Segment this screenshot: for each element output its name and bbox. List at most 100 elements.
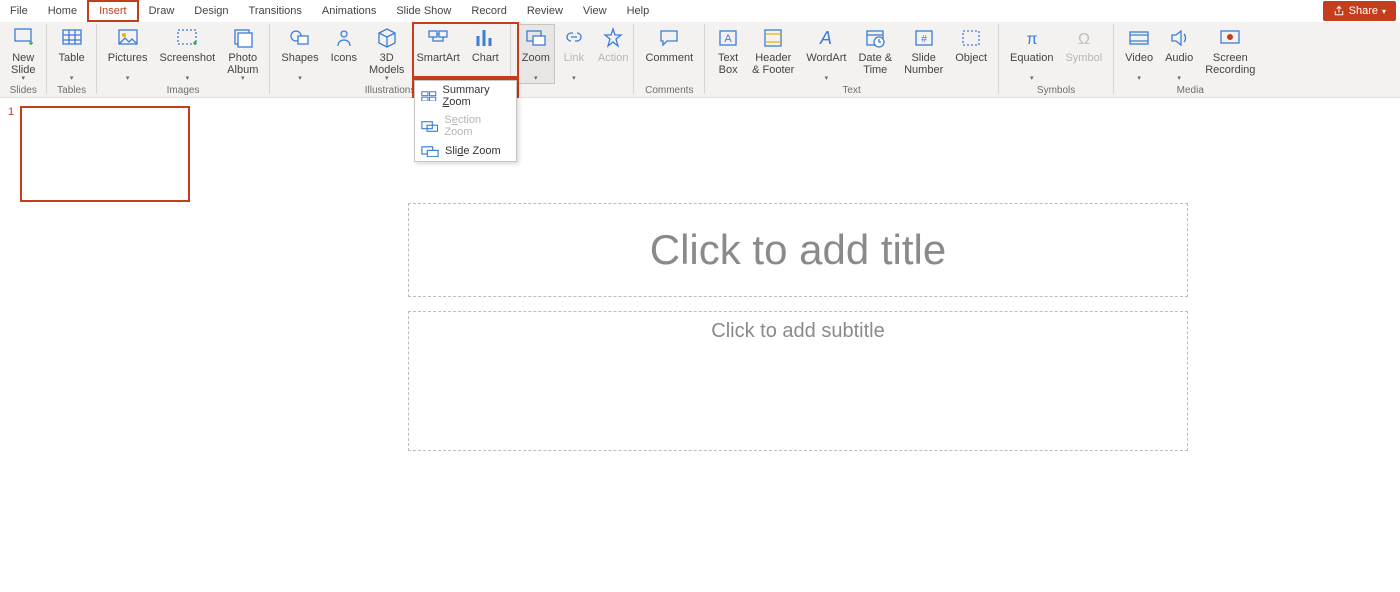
screenshot-button[interactable]: Screenshot ▾	[155, 24, 221, 84]
icons-button[interactable]: Icons	[326, 24, 362, 78]
chevron-down-icon: ▾	[1137, 76, 1141, 82]
comment-button[interactable]: Comment	[640, 24, 698, 78]
smartart-icon	[426, 26, 450, 50]
title-placeholder[interactable]: Click to add title	[408, 203, 1188, 297]
zoom-button[interactable]: Zoom ▾	[517, 24, 555, 84]
chevron-down-icon: ▾	[534, 76, 538, 82]
svg-text:π: π	[1026, 31, 1037, 48]
action-icon	[601, 26, 625, 50]
slide-thumbnail-panel[interactable]: 1	[0, 98, 198, 592]
slide[interactable]: Click to add title Click to add subtitle	[408, 103, 1188, 553]
tab-home[interactable]: Home	[38, 0, 87, 22]
chevron-down-icon: ▾	[21, 76, 25, 82]
workspace: 1 Click to add title Click to add subtit…	[0, 98, 1400, 592]
summary-zoom-icon	[421, 89, 437, 103]
audio-button[interactable]: Audio ▾	[1160, 24, 1198, 84]
new-slide-button[interactable]: NewSlide ▾	[6, 24, 40, 84]
group-label-symbols: Symbols	[1037, 84, 1075, 97]
ribbon: NewSlide ▾ Slides Table ▾ Tables	[0, 22, 1400, 98]
zoom-menu-slide[interactable]: Slide Zoom	[415, 141, 516, 161]
date-time-button[interactable]: Date &Time	[853, 24, 897, 78]
chevron-down-icon: ▾	[385, 76, 389, 82]
shapes-button[interactable]: Shapes ▾	[276, 24, 323, 84]
group-label-images: Images	[167, 84, 200, 97]
tab-record[interactable]: Record	[461, 0, 516, 22]
tab-insert[interactable]: Insert	[87, 0, 139, 22]
subtitle-placeholder[interactable]: Click to add subtitle	[408, 311, 1188, 451]
chevron-down-icon: ▾	[1382, 7, 1386, 16]
link-button: Link ▾	[557, 24, 591, 84]
screenshot-icon	[175, 26, 199, 50]
action-button: Action	[593, 24, 634, 78]
chevron-down-icon: ▾	[70, 76, 74, 82]
ribbon-tabs: File Home Insert Draw Design Transitions…	[0, 0, 1400, 22]
group-media: Video ▾ Audio ▾ ScreenRecording Media	[1114, 22, 1266, 97]
header-footer-button[interactable]: Header& Footer	[747, 24, 799, 78]
group-label-illustrations: Illustrations	[365, 84, 416, 97]
tab-design[interactable]: Design	[184, 0, 238, 22]
section-zoom-icon	[421, 119, 438, 133]
photo-album-icon	[231, 26, 255, 50]
object-icon	[959, 26, 983, 50]
tab-review[interactable]: Review	[517, 0, 573, 22]
table-button[interactable]: Table ▾	[53, 24, 89, 84]
chevron-down-icon: ▾	[1177, 76, 1181, 82]
header-footer-icon	[761, 26, 785, 50]
svg-text:A: A	[819, 28, 832, 48]
cube-icon	[375, 26, 399, 50]
group-text: A TextBox Header& Footer A WordArt ▾	[705, 22, 998, 97]
svg-text:#: #	[921, 34, 927, 45]
pictures-icon	[116, 26, 140, 50]
group-label-text: Text	[842, 84, 860, 97]
share-button[interactable]: Share ▾	[1323, 1, 1396, 21]
group-images: Pictures ▾ Screenshot ▾ PhotoAlbum ▾ Ima…	[97, 22, 270, 97]
audio-icon	[1167, 26, 1191, 50]
tab-help[interactable]: Help	[617, 0, 660, 22]
group-label-media: Media	[1177, 84, 1204, 97]
chevron-down-icon: ▾	[825, 76, 829, 82]
slide-canvas[interactable]: Click to add title Click to add subtitle	[198, 98, 1400, 592]
screen-recording-button[interactable]: ScreenRecording	[1200, 24, 1260, 78]
zoom-menu-section: Section Zoom	[415, 111, 516, 141]
equation-button[interactable]: π Equation ▾	[1005, 24, 1058, 84]
chart-icon	[473, 26, 497, 50]
zoom-menu-summary[interactable]: Summary Zoom	[415, 81, 516, 111]
group-tables: Table ▾ Tables	[47, 22, 95, 97]
tab-animations[interactable]: Animations	[312, 0, 386, 22]
screen-recording-icon	[1218, 26, 1242, 50]
svg-text:Ω: Ω	[1078, 31, 1090, 48]
tab-view[interactable]: View	[573, 0, 617, 22]
group-symbols: π Equation ▾ Ω Symbol Symbols	[999, 22, 1113, 97]
chevron-down-icon: ▾	[241, 76, 245, 82]
group-label-tables: Tables	[57, 84, 86, 97]
slide-thumbnail-number: 1	[8, 106, 16, 118]
tab-slideshow[interactable]: Slide Show	[386, 0, 461, 22]
symbol-icon: Ω	[1072, 26, 1096, 50]
tab-file[interactable]: File	[0, 0, 38, 22]
video-button[interactable]: Video ▾	[1120, 24, 1158, 84]
smartart-button[interactable]: SmartArt	[411, 24, 464, 78]
tab-draw[interactable]: Draw	[139, 0, 185, 22]
share-label: Share	[1349, 5, 1378, 17]
group-label-slides: Slides	[10, 84, 37, 97]
slide-thumbnail-1[interactable]	[20, 106, 190, 202]
symbol-button: Ω Symbol	[1060, 24, 1107, 78]
chevron-down-icon: ▾	[298, 76, 302, 82]
wordart-button[interactable]: A WordArt ▾	[801, 24, 851, 84]
shapes-icon	[288, 26, 312, 50]
group-slides: NewSlide ▾ Slides	[0, 22, 46, 97]
video-icon	[1127, 26, 1151, 50]
group-label-comments: Comments	[645, 83, 693, 97]
slide-number-button[interactable]: # SlideNumber	[899, 24, 948, 78]
3d-models-button[interactable]: 3DModels ▾	[364, 24, 409, 84]
object-button[interactable]: Object	[950, 24, 992, 78]
tab-transitions[interactable]: Transitions	[239, 0, 312, 22]
chevron-down-icon: ▾	[1030, 76, 1034, 82]
chevron-down-icon: ▾	[572, 76, 576, 82]
comment-icon	[657, 26, 681, 50]
zoom-icon	[524, 26, 548, 50]
photo-album-button[interactable]: PhotoAlbum ▾	[222, 24, 263, 84]
chart-button[interactable]: Chart	[467, 24, 504, 78]
pictures-button[interactable]: Pictures ▾	[103, 24, 153, 84]
text-box-button[interactable]: A TextBox	[711, 24, 745, 78]
